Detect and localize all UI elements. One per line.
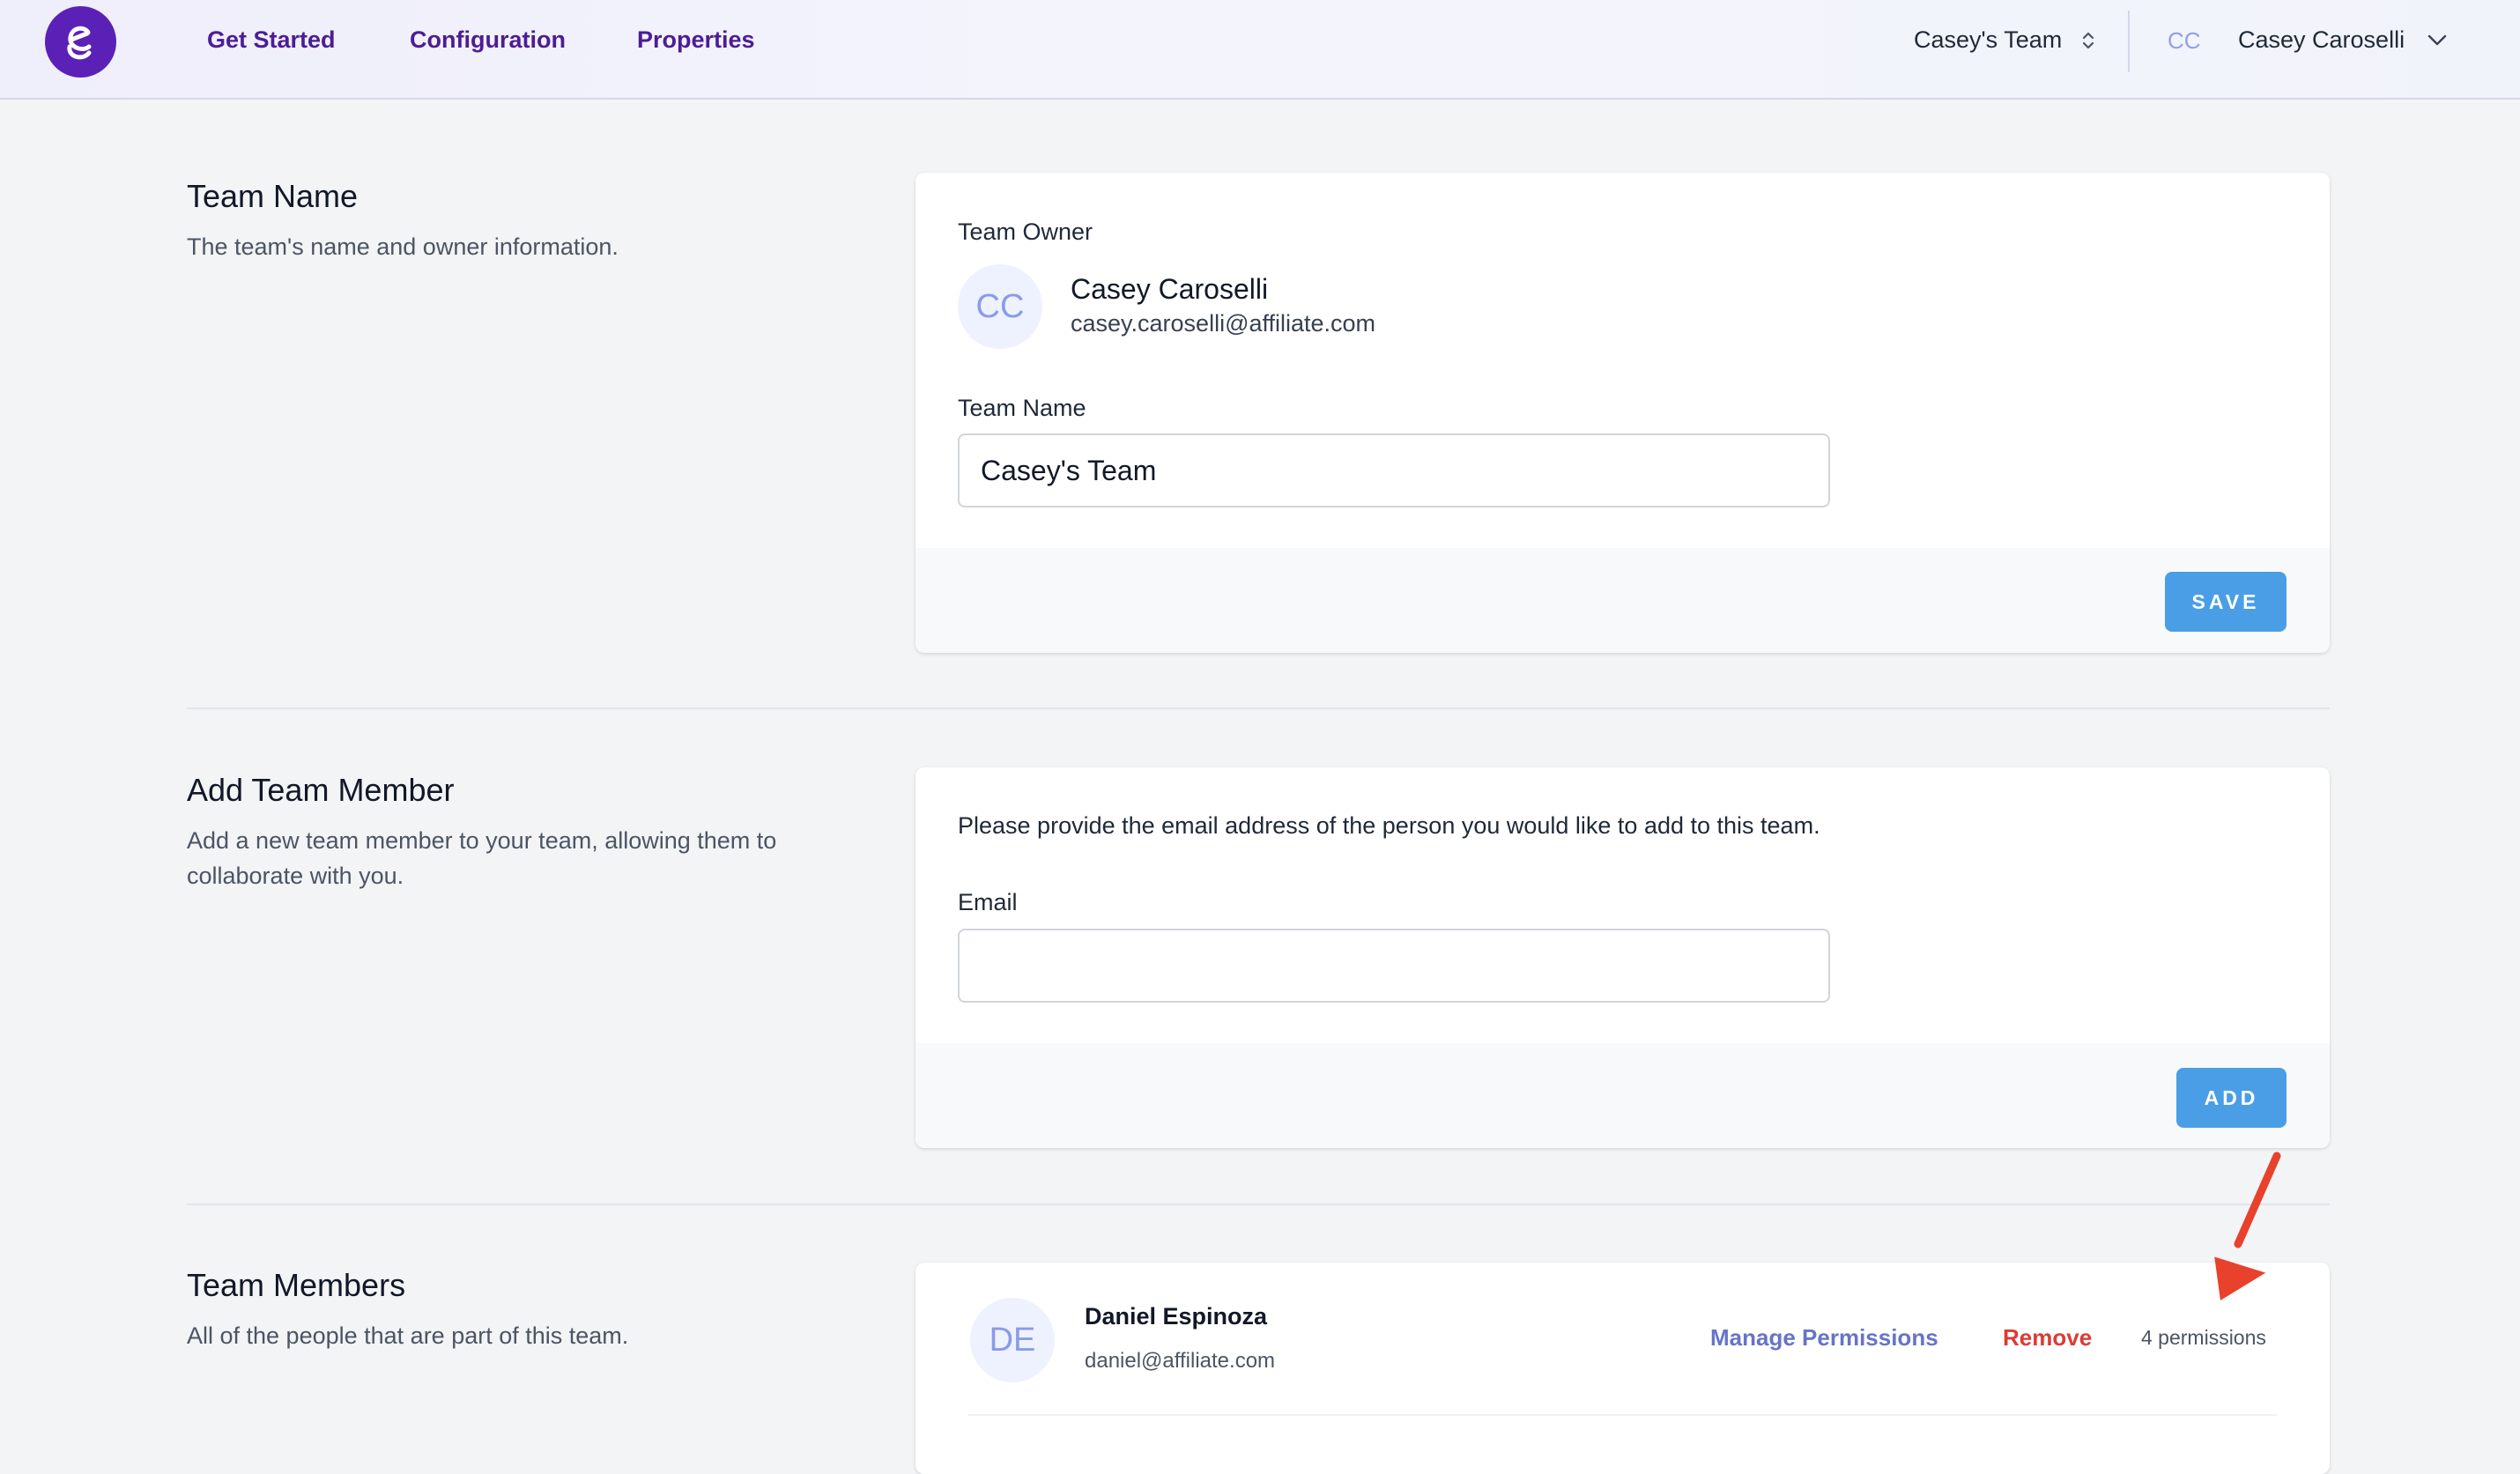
team-switcher-label: Casey's Team	[1914, 26, 2063, 53]
owner-name: Casey Caroselli	[1071, 273, 1269, 305]
team-owner-label: Team Owner	[958, 219, 1093, 245]
remove-member-button[interactable]: Remove	[2003, 1324, 2092, 1352]
email-label: Email	[958, 889, 1018, 915]
team-members-description: All of the people that are part of this …	[187, 1322, 629, 1349]
add-member-card: Please provide the email address of the …	[915, 767, 2330, 1148]
permission-count: 4 permissions	[2141, 1326, 2266, 1349]
team-members-card: DE Daniel Espinoza daniel@affiliate.com …	[915, 1263, 2330, 1474]
add-member-description: Add a new team member to your team, allo…	[187, 827, 777, 889]
team-name-description: The team's name and owner information.	[187, 233, 619, 260]
member-name: Daniel Espinoza	[1085, 1303, 1268, 1330]
section-divider	[187, 707, 2330, 709]
save-button[interactable]: SAVE	[2165, 572, 2287, 632]
member-avatar: DE	[970, 1298, 1055, 1382]
team-name-input[interactable]	[958, 433, 1830, 507]
nav-divider	[2128, 11, 2130, 72]
team-name-title: Team Name	[187, 178, 359, 214]
nav-link-get-started[interactable]: Get Started	[207, 26, 336, 54]
list-item: DE Daniel Espinoza daniel@affiliate.com …	[915, 1263, 2330, 1439]
chevron-down-icon	[2427, 34, 2447, 47]
email-field[interactable]	[958, 929, 1830, 1003]
add-member-card-footer: ADD	[915, 1043, 2330, 1148]
updown-chevron-icon	[2081, 29, 2095, 52]
user-initials: CC	[2168, 27, 2201, 54]
user-name: Casey Caroselli	[2238, 26, 2405, 53]
team-members-title: Team Members	[187, 1267, 406, 1303]
nav-link-properties[interactable]: Properties	[637, 26, 755, 54]
owner-avatar: CC	[958, 264, 1042, 349]
user-menu[interactable]: Casey Caroselli	[2238, 26, 2447, 54]
annotation-arrow	[2214, 1152, 2281, 1301]
team-name-card: Team Owner CC Casey Caroselli casey.caro…	[915, 173, 2330, 653]
member-email: daniel@affiliate.com	[1085, 1349, 1276, 1373]
team-name-label: Team Name	[958, 395, 1086, 421]
add-member-instructions: Please provide the email address of the …	[958, 812, 1820, 839]
team-switcher[interactable]: Casey's Team	[1914, 26, 2095, 54]
add-button[interactable]: ADD	[2176, 1068, 2287, 1128]
team-name-card-footer: SAVE	[915, 548, 2330, 653]
row-divider	[968, 1414, 2277, 1416]
nav-link-configuration[interactable]: Configuration	[410, 26, 566, 54]
manage-permissions-button[interactable]: Manage Permissions	[1710, 1324, 1938, 1352]
owner-email: casey.caroselli@affiliate.com	[1071, 310, 1376, 337]
add-member-title: Add Team Member	[187, 772, 455, 808]
section-divider	[187, 1204, 2330, 1205]
top-nav: Get Started Configuration Properties Cas…	[0, 0, 2520, 100]
logo-icon[interactable]	[45, 6, 116, 78]
